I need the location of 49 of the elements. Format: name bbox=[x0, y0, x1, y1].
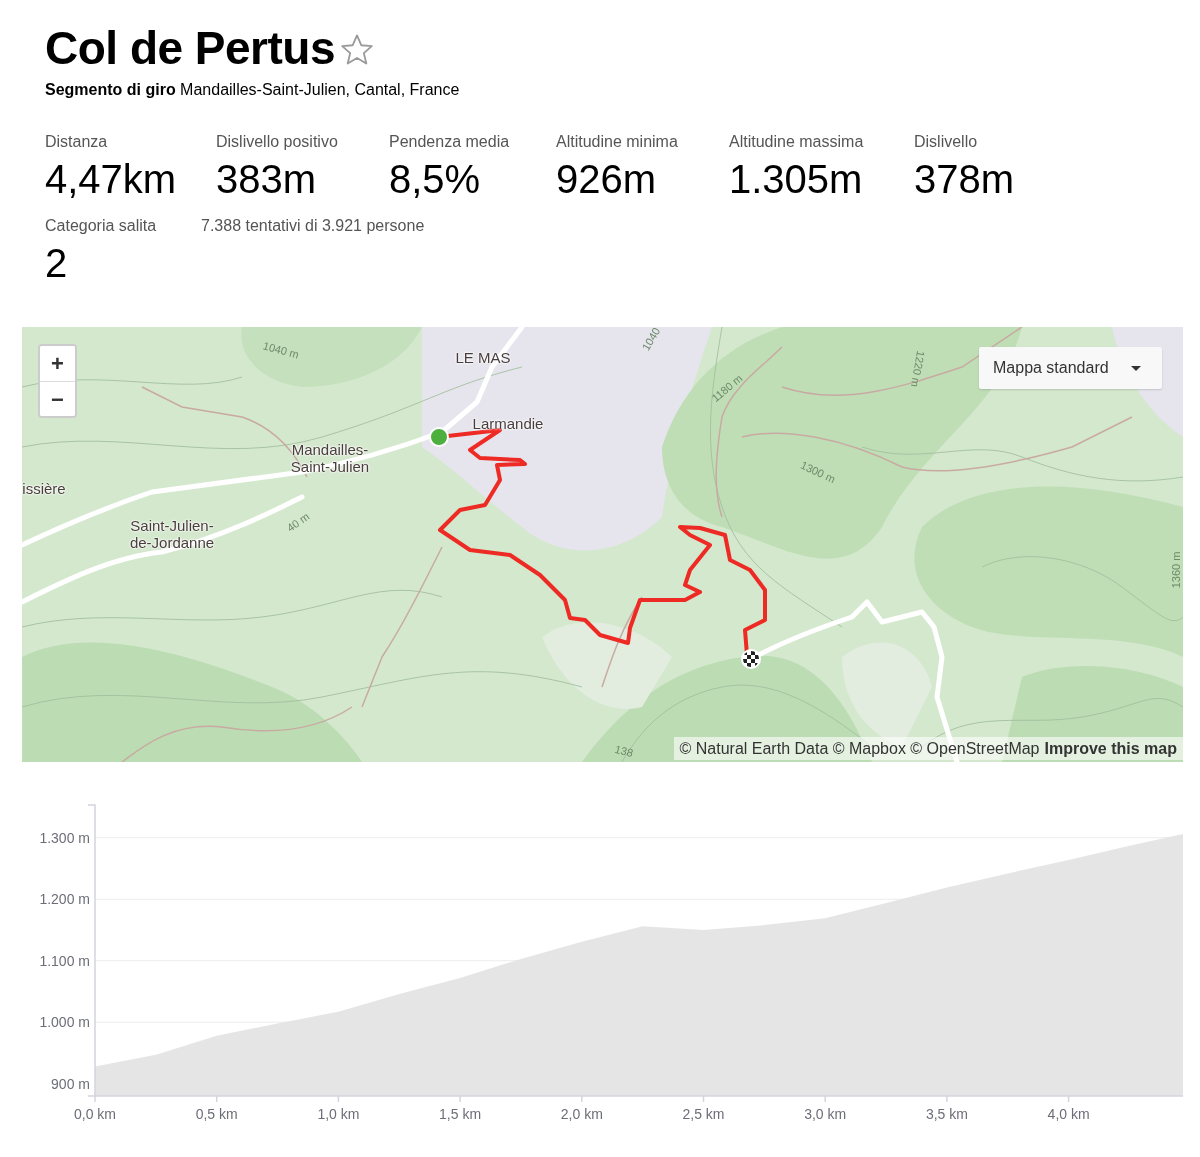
segment-subtitle: Segmento di giro Mandailles-Saint-Julien, Cantal, France bbox=[45, 80, 460, 100]
contour-label: 1040 m bbox=[261, 339, 301, 361]
stat-label: Categoria salita bbox=[45, 216, 157, 236]
zoom-out-button[interactable]: − bbox=[40, 381, 75, 416]
stat-label: Altitudine minima bbox=[556, 132, 678, 152]
place-label: issière bbox=[22, 480, 66, 498]
stat-label: Distanza bbox=[45, 132, 108, 152]
stat-value: 4,47km bbox=[45, 156, 177, 202]
x-tick-label: 3,5 km bbox=[925, 1106, 968, 1122]
place-label: Larmandie bbox=[472, 415, 544, 433]
contour-label: 1360 m bbox=[1169, 551, 1183, 589]
x-tick-label: 2,5 km bbox=[682, 1106, 725, 1122]
contour-label: 40 m bbox=[284, 510, 312, 534]
contour-label: 1300 m bbox=[798, 458, 838, 486]
place-label: Saint-Julien-de-Jordanne bbox=[128, 517, 216, 551]
place-label: LE MAS bbox=[455, 349, 511, 367]
improve-map-link[interactable]: Improve this map bbox=[1044, 739, 1177, 758]
caret-icon bbox=[1131, 365, 1141, 371]
stat-value: 1.305m bbox=[729, 156, 863, 202]
x-tick-label: 2,0 km bbox=[560, 1106, 603, 1122]
y-tick-label: 1.200 m bbox=[39, 891, 90, 908]
x-tick-label: 1,0 km bbox=[317, 1106, 360, 1122]
stat-value: 383m bbox=[216, 156, 317, 202]
x-tick-label: 0,0 km bbox=[74, 1106, 116, 1122]
x-tick-label: 4,0 km bbox=[1047, 1106, 1090, 1122]
stat-value: 8,5% bbox=[389, 156, 481, 202]
stat-value: 378m bbox=[914, 156, 1015, 202]
x-tick-label: 0,5 km bbox=[195, 1106, 238, 1122]
y-tick-label: 900 m bbox=[51, 1075, 90, 1092]
y-tick-label: 1.100 m bbox=[39, 952, 90, 969]
stat-label: Dislivello positivo bbox=[216, 132, 338, 152]
y-tick-label: 1.300 m bbox=[39, 829, 90, 846]
contour-label: 1220 m bbox=[908, 349, 928, 389]
attribution-text: © Natural Earth Data © Mapbox © OpenStreetMap bbox=[679, 739, 1040, 758]
map-style-dropdown[interactable]: Mappa standard bbox=[979, 347, 1162, 389]
x-tick-label: 3,0 km bbox=[804, 1106, 847, 1122]
stat-label: Pendenza media bbox=[389, 132, 510, 152]
contour-label: 138 bbox=[613, 742, 635, 760]
stat-value: 2 bbox=[45, 240, 68, 286]
finish-flag-icon bbox=[741, 649, 761, 669]
star-icon[interactable] bbox=[341, 33, 373, 65]
attempts-count: 7.388 tentativi di 3.921 persone bbox=[201, 216, 425, 236]
place-label: Mandailles-Saint-Julien bbox=[289, 441, 371, 475]
segment-title: Col de Pertus bbox=[45, 21, 335, 76]
stat-value: 926m bbox=[556, 156, 657, 202]
stat-label: Altitudine massima bbox=[729, 132, 864, 152]
stat-label: Dislivello bbox=[914, 132, 978, 152]
x-tick-label: 1,5 km bbox=[439, 1106, 482, 1122]
y-tick-label: 1.000 m bbox=[39, 1014, 90, 1031]
